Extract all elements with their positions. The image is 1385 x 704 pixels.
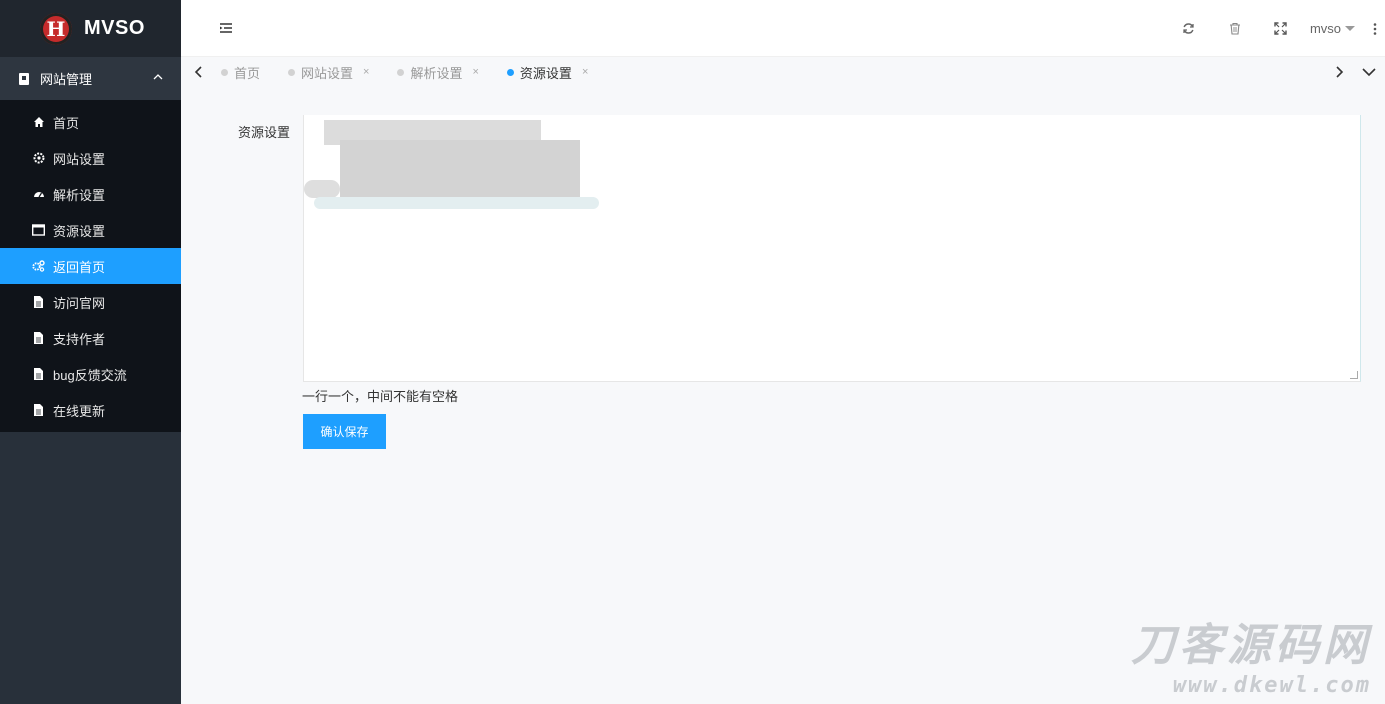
tab-label: 资源设置 <box>519 65 572 81</box>
resource-settings-label: 资源设置 <box>238 125 291 140</box>
file-icon <box>32 332 45 345</box>
redacted-content <box>314 197 599 209</box>
clear-cache-button[interactable] <box>1212 0 1258 57</box>
gears-icon <box>32 260 45 273</box>
brand-name: MVSO <box>84 17 145 39</box>
sidebar-item-label: 支持作者 <box>53 331 106 347</box>
tab-dot <box>221 68 228 76</box>
sidebar-item-label: 资源设置 <box>53 223 106 239</box>
chevron-down-icon[interactable] <box>1361 64 1377 80</box>
tab-dot <box>288 68 296 76</box>
sidebar-item-support-author[interactable]: 支持作者 <box>0 320 181 356</box>
tab-label: 网站设置 <box>301 65 354 81</box>
tab-dot <box>506 68 514 76</box>
sidebar-item-label: 解析设置 <box>53 187 106 203</box>
close-icon[interactable]: × <box>363 66 369 78</box>
sidebar-item-parse-settings[interactable]: 解析设置 <box>0 176 181 212</box>
sidebar-item-label: 网站设置 <box>53 151 106 167</box>
menu-group-site-management[interactable]: 网站管理 <box>0 57 181 100</box>
refresh-button[interactable] <box>1166 0 1212 57</box>
sidebar-item-label: 首页 <box>53 115 80 131</box>
menu-toggle-icon[interactable] <box>219 21 233 35</box>
header-actions: mvso <box>1166 0 1385 57</box>
resize-handle[interactable] <box>1350 371 1358 379</box>
watermark: 刀客源码网 www.dkewl.com <box>1131 609 1371 698</box>
redacted-content <box>340 140 580 197</box>
tab-label: 解析设置 <box>410 65 463 81</box>
tabs: 首页 网站设置 × 解析设置 × 资源设置 × <box>221 57 616 87</box>
tab-resource-settings[interactable]: 资源设置 × <box>506 63 588 82</box>
chevron-right-icon[interactable] <box>1331 64 1347 80</box>
book-icon <box>19 72 29 85</box>
watermark-cn: 刀客源码网 <box>1131 620 1371 671</box>
tab-bar: 首页 网站设置 × 解析设置 × 资源设置 × <box>181 57 1385 87</box>
sidebar-item-resource-settings[interactable]: 资源设置 <box>0 212 181 248</box>
sidebar-item-back-home[interactable]: 返回首页 <box>0 248 181 284</box>
more-button[interactable] <box>1365 0 1385 57</box>
username: mvso <box>1309 21 1341 36</box>
brand[interactable]: H MVSO <box>0 0 181 57</box>
more-vertical-icon <box>1373 22 1377 35</box>
gear-icon <box>32 152 45 165</box>
sidebar: H MVSO 网站管理 首页 网站设置 解析设置 资源设置 返回首页 访问官网 … <box>0 0 181 704</box>
tab-site-settings[interactable]: 网站设置 × <box>288 63 369 82</box>
dashboard-icon <box>32 188 45 201</box>
resource-list-textarea[interactable] <box>303 115 1361 382</box>
fullscreen-icon <box>1274 22 1288 35</box>
sidebar-item-visit-website[interactable]: 访问官网 <box>0 284 181 320</box>
logo: H <box>40 12 72 45</box>
refresh-icon <box>1183 23 1195 34</box>
file-icon <box>32 368 45 381</box>
input-hint: 一行一个，中间不能有空格 <box>302 389 459 404</box>
sidebar-item-site-settings[interactable]: 网站设置 <box>0 140 181 176</box>
submenu: 首页 网站设置 解析设置 资源设置 返回首页 访问官网 支持作者 bug反馈交流… <box>0 100 181 432</box>
sidebar-item-online-update[interactable]: 在线更新 <box>0 392 181 428</box>
home-icon <box>32 116 45 129</box>
watermark-en: www.dkewl.com <box>1172 673 1371 698</box>
top-header: mvso <box>181 0 1385 57</box>
confirm-save-button[interactable]: 确认保存 <box>303 414 386 449</box>
fullscreen-button[interactable] <box>1258 0 1304 57</box>
caret-down-icon <box>1345 26 1355 31</box>
redacted-content <box>304 180 340 198</box>
sidebar-item-bug-feedback[interactable]: bug反馈交流 <box>0 356 181 392</box>
chevron-left-icon[interactable] <box>191 64 207 80</box>
trash-icon <box>1229 22 1240 35</box>
file-icon <box>32 404 45 417</box>
file-icon <box>32 296 45 309</box>
sidebar-item-label: 在线更新 <box>53 403 106 419</box>
window-icon <box>32 224 45 237</box>
sidebar-item-label: 访问官网 <box>53 295 106 311</box>
user-menu[interactable]: mvso <box>1304 21 1365 36</box>
tab-dot <box>397 68 405 76</box>
sidebar-item-label: bug反馈交流 <box>53 367 127 383</box>
sidebar-item-label: 返回首页 <box>53 259 106 275</box>
menu-group-label: 网站管理 <box>40 72 93 87</box>
chevron-up-icon[interactable] <box>151 70 165 84</box>
close-icon[interactable]: × <box>582 66 588 78</box>
tab-parse-settings[interactable]: 解析设置 × <box>397 63 479 82</box>
close-icon[interactable]: × <box>472 66 478 78</box>
sidebar-item-home[interactable]: 首页 <box>0 104 181 140</box>
tab-label: 首页 <box>234 65 261 81</box>
tab-home[interactable]: 首页 <box>221 63 260 82</box>
